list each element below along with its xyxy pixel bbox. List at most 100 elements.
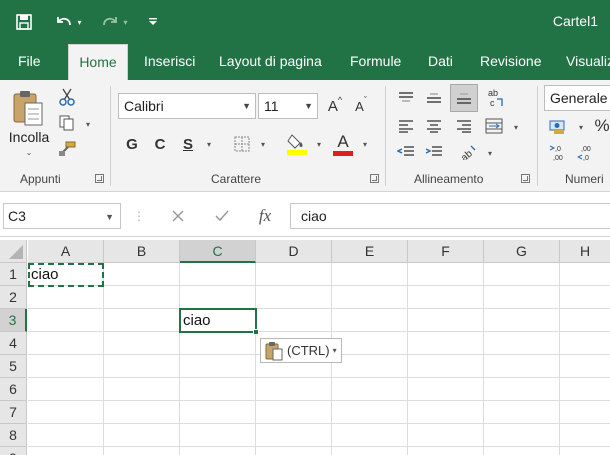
borders-icon[interactable] <box>230 132 254 156</box>
accounting-dropdown-icon[interactable]: ▾ <box>576 120 586 134</box>
column-header-a[interactable]: A <box>28 240 104 263</box>
grow-font-label: A <box>327 97 338 115</box>
underline-dropdown-icon[interactable]: ▾ <box>202 136 216 152</box>
undo-dropdown-icon[interactable]: ▾ <box>77 18 81 27</box>
font-name-combo[interactable]: Calibri ▼ <box>118 93 256 119</box>
enter-check-icon[interactable] <box>210 205 234 227</box>
borders-dropdown-icon[interactable]: ▾ <box>256 136 270 152</box>
font-name-dropdown-icon[interactable]: ▼ <box>242 94 251 118</box>
redo-icon[interactable]: ▾ <box>96 10 132 34</box>
row-header-6[interactable]: 6 <box>0 378 27 401</box>
window-title: Cartel1 <box>552 13 598 29</box>
tab-formule[interactable]: Formule <box>344 44 407 80</box>
column-header-h[interactable]: H <box>560 240 610 263</box>
copy-dropdown-icon[interactable]: ▾ <box>82 118 94 130</box>
merge-center-icon[interactable] <box>482 114 506 138</box>
undo-icon[interactable]: ▾ <box>50 10 86 34</box>
grow-font-button[interactable]: A ^ <box>324 94 346 118</box>
row-header-2[interactable]: 2 <box>0 286 27 309</box>
fill-handle[interactable] <box>253 329 259 335</box>
bold-button[interactable]: G <box>122 132 142 156</box>
tab-layout-di-pagina[interactable]: Layout di pagina <box>213 44 328 80</box>
font-color-dropdown-icon[interactable]: ▾ <box>358 136 372 152</box>
select-all-icon[interactable] <box>0 240 27 263</box>
italic-button[interactable]: C <box>150 132 170 156</box>
number-format-combo[interactable]: Generale <box>544 85 610 111</box>
paste-options-dropdown-icon[interactable]: ▾ <box>333 346 337 355</box>
copy-icon[interactable] <box>56 112 78 134</box>
row-header-5[interactable]: 5 <box>0 355 27 378</box>
align-top-icon[interactable] <box>394 86 418 110</box>
clipboard-group-label: Appunti <box>20 172 61 186</box>
decrease-decimal-icon[interactable]: ,00,0 <box>576 142 598 164</box>
alignment-launcher-icon[interactable] <box>521 174 530 183</box>
name-box[interactable]: C3 ▼ <box>3 203 121 229</box>
accounting-format-icon[interactable] <box>546 116 572 138</box>
paste-button[interactable]: Incolla <box>4 128 54 146</box>
formula-input[interactable]: ciao <box>290 203 610 229</box>
font-color-button[interactable]: A <box>330 130 356 158</box>
tab-visualizza[interactable]: Visualizza <box>560 44 610 80</box>
decrease-indent-icon[interactable] <box>394 140 418 164</box>
shrink-font-button[interactable]: Aˇ <box>350 94 372 118</box>
row-header-4[interactable]: 4 <box>0 332 27 355</box>
name-box-dropdown-icon[interactable]: ▼ <box>105 205 114 229</box>
fill-color-icon[interactable] <box>284 130 310 158</box>
column-header-e[interactable]: E <box>332 240 408 263</box>
underline-button[interactable]: S <box>178 132 198 156</box>
font-size-combo[interactable]: 11 ▼ <box>258 93 318 119</box>
column-header-c[interactable]: C <box>180 240 256 263</box>
row-header-9[interactable]: 9 <box>0 447 27 455</box>
name-box-value: C3 <box>8 208 26 224</box>
svg-text:,0: ,0 <box>583 155 589 162</box>
cut-icon[interactable] <box>56 86 78 108</box>
row-header-7[interactable]: 7 <box>0 401 27 424</box>
tab-inserisci[interactable]: Inserisci <box>138 44 201 80</box>
merge-dropdown-icon[interactable]: ▾ <box>510 120 522 134</box>
align-right-icon[interactable] <box>452 114 476 138</box>
redo-dropdown-icon[interactable]: ▾ <box>123 18 127 27</box>
paste-icon[interactable] <box>8 88 48 128</box>
cancel-icon[interactable] <box>166 205 190 227</box>
tab-home[interactable]: Home <box>68 44 128 81</box>
row-header-1[interactable]: 1 <box>0 263 27 286</box>
paste-options-label: (CTRL) <box>287 343 330 358</box>
align-left-icon[interactable] <box>394 114 418 138</box>
column-header-f[interactable]: F <box>408 240 484 263</box>
clipboard-launcher-icon[interactable] <box>95 174 104 183</box>
ribbon-tabs: File Home Inserisci Layout di pagina For… <box>0 44 610 81</box>
tab-revisione[interactable]: Revisione <box>474 44 547 80</box>
customize-toolbar-icon[interactable] <box>144 10 162 34</box>
align-center-icon[interactable] <box>422 114 446 138</box>
format-painter-icon[interactable] <box>56 138 78 160</box>
fill-color-dropdown-icon[interactable]: ▾ <box>312 136 326 152</box>
column-header-d[interactable]: D <box>256 240 332 263</box>
row-header-3[interactable]: 3 <box>0 309 27 332</box>
percent-button[interactable]: % <box>594 114 610 138</box>
align-middle-icon[interactable] <box>422 86 446 110</box>
orientation-icon[interactable]: ab <box>456 140 480 164</box>
insert-function-button[interactable]: fx <box>252 205 278 227</box>
svg-text:,00: ,00 <box>581 146 591 153</box>
tab-dati[interactable]: Dati <box>422 44 459 80</box>
row-header-8[interactable]: 8 <box>0 424 27 447</box>
formula-bar: C3 ▼ ⋮ fx ciao <box>0 193 610 237</box>
save-icon[interactable] <box>12 10 36 34</box>
column-header-g[interactable]: G <box>484 240 560 263</box>
tab-file[interactable]: File <box>12 44 47 80</box>
font-launcher-icon[interactable] <box>370 174 379 183</box>
cell-c3[interactable]: ciao <box>180 310 256 332</box>
svg-text:,00: ,00 <box>553 155 563 162</box>
align-bottom-icon[interactable] <box>450 84 478 112</box>
increase-indent-icon[interactable] <box>422 140 446 164</box>
text-orientation-icon[interactable]: ab c <box>482 84 508 112</box>
increase-decimal-icon[interactable]: ,0,00 <box>548 142 570 164</box>
font-size-dropdown-icon[interactable]: ▼ <box>304 94 313 118</box>
cell-a1[interactable]: ciao <box>28 264 104 286</box>
orientation-dropdown-icon[interactable]: ▾ <box>484 146 496 160</box>
paste-options-button[interactable]: (CTRL) ▾ <box>260 338 342 363</box>
column-header-b[interactable]: B <box>104 240 180 263</box>
paste-dropdown-icon[interactable]: ⌄ <box>22 146 36 158</box>
number-format-value: Generale <box>550 90 608 106</box>
shrink-font-label: A <box>355 98 364 114</box>
